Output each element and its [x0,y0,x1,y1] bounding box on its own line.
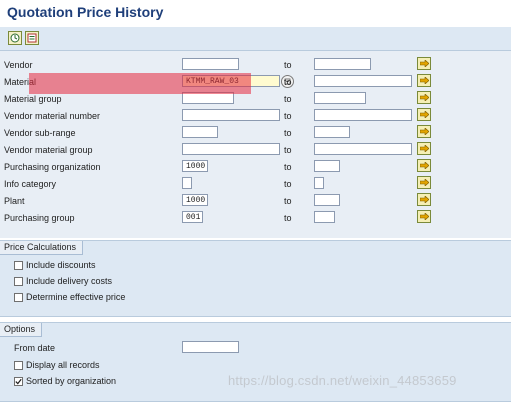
material-group-high-field[interactable] [314,92,366,104]
display-all-records-checkbox[interactable] [14,361,23,370]
vendor-sub-range-high-field[interactable] [314,126,350,138]
to-label: to [284,60,292,70]
arrow-right-icon [419,213,429,220]
arrow-right-icon [419,128,429,135]
to-label: to [284,94,292,104]
row-label-purchasing-group: Purchasing group [4,213,75,223]
row-label-vendor: Vendor [4,60,33,70]
purchasing-organization-low-field[interactable]: 1000 [182,160,208,172]
info-category-multiple-selection-button[interactable] [417,176,431,189]
page-title: Quotation Price History [7,4,164,20]
plant-low-field[interactable]: 1000 [182,194,208,206]
display-all-records-label: Display all records [26,360,100,370]
vendor-material-group-low-field[interactable] [182,143,280,155]
info-category-high-field[interactable] [314,177,324,189]
material-group-multiple-selection-button[interactable] [417,91,431,104]
arrow-right-icon [419,179,429,186]
info-category-low-field[interactable] [182,177,192,189]
options-title: Options [0,323,43,337]
include-discounts-label: Include discounts [26,260,96,270]
plant-high-field[interactable] [314,194,340,206]
watermark-text: https://blog.csdn.net/weixin_44853659 [228,373,457,388]
vendor-low-field[interactable] [182,58,239,70]
vendor-sub-range-multiple-selection-button[interactable] [417,125,431,138]
include-discounts-checkbox[interactable] [14,261,23,270]
vendor-multiple-selection-button[interactable] [417,57,431,70]
include-delivery-costs-label: Include delivery costs [26,276,113,286]
include-delivery-costs-checkbox[interactable] [14,277,23,286]
purchasing-group-multiple-selection-button[interactable] [417,210,431,223]
to-label: to [284,145,292,155]
vendor-material-number-low-field[interactable] [182,109,280,121]
arrow-right-icon [419,162,429,169]
highlight-annotation [29,73,251,94]
variant-list-icon [27,33,37,43]
arrow-right-icon [419,60,429,67]
determine-effective-price-checkbox[interactable] [14,293,23,302]
from-date-label: From date [14,343,56,353]
arrow-right-icon [419,111,429,118]
vendor-sub-range-low-field[interactable] [182,126,218,138]
sorted-by-organization-checkbox[interactable] [14,377,23,386]
material-multiple-selection-button[interactable] [417,74,431,87]
to-label: to [284,196,292,206]
vendor-material-group-multiple-selection-button[interactable] [417,142,431,155]
title-bar: Quotation Price History [0,0,511,27]
arrow-right-icon [419,94,429,101]
to-label: to [284,77,292,87]
sorted-by-organization-label: Sorted by organization [26,376,117,386]
execute-button[interactable] [8,31,22,45]
material-high-field[interactable] [314,75,412,87]
get-variant-button[interactable] [25,31,39,45]
purchasing-organization-high-field[interactable] [314,160,340,172]
row-label-plant: Plant [4,196,25,206]
row-label-material-group: Material group [4,94,62,104]
plant-multiple-selection-button[interactable] [417,193,431,206]
arrow-right-icon [419,77,429,84]
row-label-info-category: Info category [4,179,57,189]
vendor-high-field[interactable] [314,58,371,70]
price-calculations-title: Price Calculations [0,241,84,255]
determine-effective-price-label: Determine effective price [26,292,126,302]
from-date-field[interactable] [182,341,239,353]
arrow-right-icon [419,196,429,203]
purchasing-group-high-field[interactable] [314,211,335,223]
row-label-purchasing-organization: Purchasing organization [4,162,101,172]
purchasing-organization-multiple-selection-button[interactable] [417,159,431,172]
row-label-vendor-material-group: Vendor material group [4,145,93,155]
to-label: to [284,213,292,223]
application-toolbar [0,27,511,51]
to-label: to [284,111,292,121]
checkmark-icon [15,378,22,385]
to-label: to [284,179,292,189]
vendor-material-group-high-field[interactable] [314,143,412,155]
row-label-vendor-sub-range: Vendor sub-range [4,128,76,138]
vendor-material-number-high-field[interactable] [314,109,412,121]
to-label: to [284,128,292,138]
execute-clock-icon [10,33,20,43]
arrow-right-icon [419,145,429,152]
vendor-material-number-multiple-selection-button[interactable] [417,108,431,121]
row-label-vendor-material-number: Vendor material number [4,111,101,121]
to-label: to [284,162,292,172]
purchasing-group-low-field[interactable]: 001 [182,211,203,223]
